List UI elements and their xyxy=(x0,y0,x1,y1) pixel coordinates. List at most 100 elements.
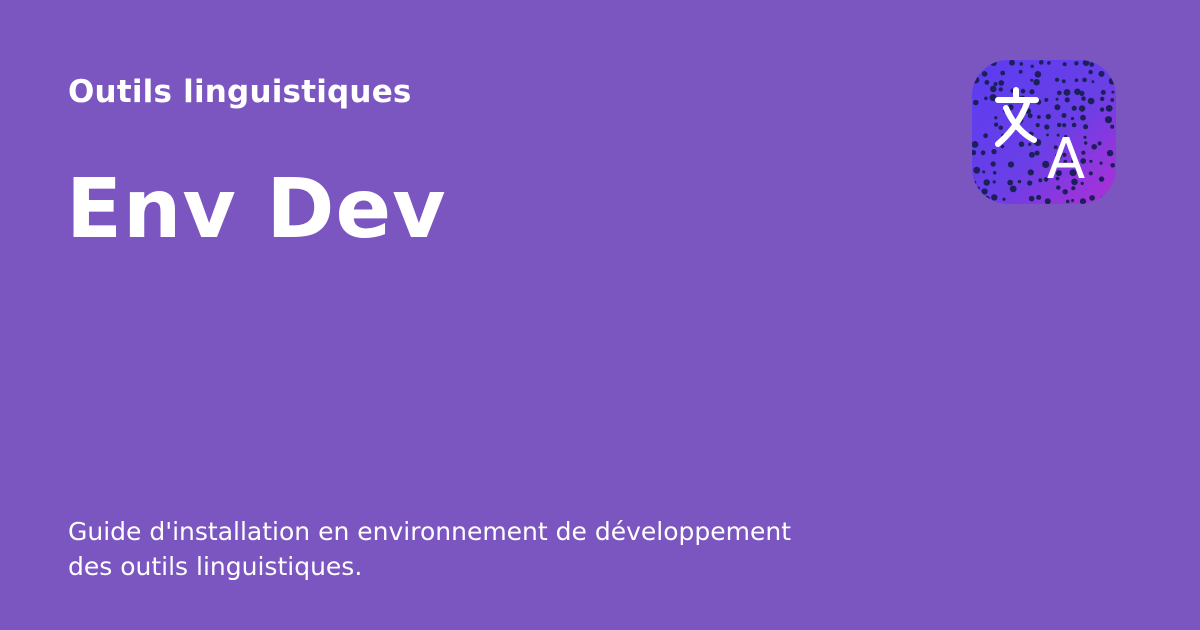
logo-dot xyxy=(1074,78,1079,82)
logo-dot xyxy=(973,166,981,174)
logo-dot xyxy=(1099,161,1103,165)
logo-dot xyxy=(1044,198,1051,204)
logo-dot xyxy=(1089,159,1093,163)
logo-dot xyxy=(1017,179,1022,184)
logo-dot xyxy=(1089,195,1095,201)
logo-dot xyxy=(1074,61,1079,66)
logo-dot xyxy=(1111,90,1115,94)
logo-dot xyxy=(1088,69,1093,75)
translate-glyph-a: A xyxy=(1047,127,1085,192)
logo-dot xyxy=(1030,64,1034,68)
kicker-label: Outils linguistiques xyxy=(68,74,412,110)
logo-dot xyxy=(983,179,990,186)
logo-dot xyxy=(981,71,988,77)
logo-dot xyxy=(1029,89,1035,95)
logo-dot xyxy=(993,82,998,86)
logo-dot xyxy=(1110,98,1115,102)
logo-dot xyxy=(1106,149,1114,157)
logo-dot xyxy=(994,116,998,120)
logo-dot xyxy=(1028,195,1035,202)
logo-dot xyxy=(1027,113,1033,119)
logo-dot xyxy=(1108,77,1116,85)
logo-dot xyxy=(981,60,989,66)
logo-dot xyxy=(1033,79,1040,86)
logo-dot xyxy=(1002,197,1006,201)
logo-dot xyxy=(1100,196,1104,200)
logo-dot xyxy=(994,122,999,127)
logo-dot xyxy=(1100,89,1106,95)
logo-dot xyxy=(1110,163,1115,168)
logo-dot xyxy=(1099,107,1105,112)
logo-dot xyxy=(1007,179,1014,186)
logo-dot xyxy=(1061,79,1066,84)
logo-dot xyxy=(1063,89,1071,96)
description-line-2: des outils linguistiques. xyxy=(68,552,363,581)
logo-dot xyxy=(1027,169,1034,176)
logo-dot xyxy=(1034,150,1040,156)
logo-dot xyxy=(1029,151,1035,158)
social-card: Outils linguistiques Env Dev Guide d'ins… xyxy=(0,0,1200,630)
logo-dot xyxy=(990,161,996,167)
logo-dot xyxy=(983,195,990,203)
logo-dot xyxy=(990,85,997,93)
logo-dot xyxy=(973,99,979,106)
logo-dot xyxy=(1055,77,1059,82)
logo-dot xyxy=(1000,70,1006,76)
logo-dot xyxy=(1098,176,1105,182)
logo-dot xyxy=(1055,97,1059,101)
logo-dot xyxy=(1100,96,1105,102)
logo-dot xyxy=(1080,114,1086,121)
logo-dot xyxy=(992,180,996,184)
logo-dot xyxy=(991,149,997,155)
logo-dot xyxy=(1088,171,1093,176)
logo-dot xyxy=(1089,62,1094,67)
logo-dot xyxy=(972,180,977,185)
logo-dot xyxy=(1065,199,1070,204)
logo-dot xyxy=(984,96,988,101)
logo-dot xyxy=(981,188,988,195)
logo-dot xyxy=(1009,185,1017,193)
logo-dot xyxy=(991,194,998,201)
logo-dot xyxy=(974,60,979,64)
logo-dot xyxy=(998,87,1003,92)
logo-dot xyxy=(1030,78,1034,82)
logo-dot xyxy=(1091,144,1097,150)
logo-dot xyxy=(998,125,1003,130)
logo-dot xyxy=(1081,96,1086,101)
logo-dot xyxy=(1054,104,1061,111)
logo-dot xyxy=(992,171,997,175)
logo-dot xyxy=(1071,105,1077,111)
logo-dot xyxy=(972,76,980,84)
page-description: Guide d'installation en environnement de… xyxy=(68,514,968,584)
logo-dot xyxy=(1020,88,1026,94)
logo-dot xyxy=(1098,70,1105,77)
logo-dot xyxy=(1097,141,1102,146)
logo-dot xyxy=(1036,194,1042,200)
page-title: Env Dev xyxy=(66,162,447,257)
logo-dot xyxy=(1078,105,1086,112)
logo-dot xyxy=(980,150,986,156)
logo-dot xyxy=(1038,178,1043,183)
logo-dot xyxy=(973,71,977,75)
logo-dot xyxy=(1018,69,1023,74)
logo-dot xyxy=(1028,142,1032,146)
logo-dot xyxy=(1018,141,1025,147)
translate-icon: A xyxy=(972,60,1116,204)
logo-dot xyxy=(1082,77,1087,83)
logo-dot xyxy=(1007,161,1015,168)
logo-dot xyxy=(1057,90,1062,96)
logo-dot xyxy=(1061,113,1067,118)
logo-dot xyxy=(1009,60,1015,66)
logo-dot xyxy=(1105,105,1113,112)
logo-dot xyxy=(990,60,997,66)
logo-dot xyxy=(1091,80,1095,83)
logo-dot xyxy=(1034,71,1042,78)
logo-dot xyxy=(1039,60,1044,65)
logo-dot xyxy=(1110,124,1115,129)
logo-dot xyxy=(1047,61,1051,65)
logo-dot xyxy=(1037,115,1041,119)
logo-dot xyxy=(984,80,990,85)
logo-dot xyxy=(1104,116,1113,124)
description-line-1: Guide d'installation en environnement de… xyxy=(68,517,792,546)
logo-dot xyxy=(982,170,986,174)
